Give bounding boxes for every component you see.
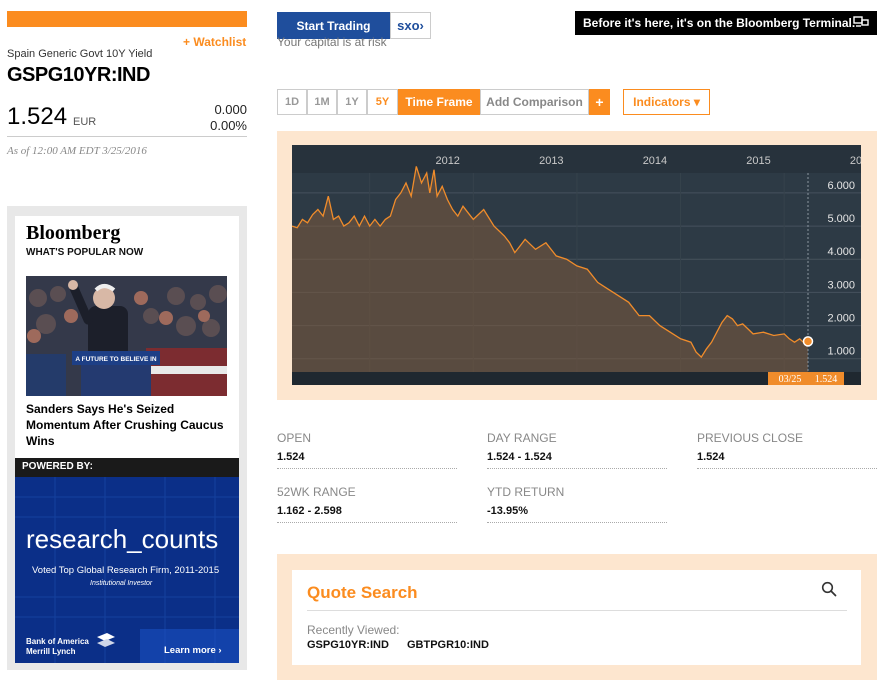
stat-previous-close-value: 1.524 (697, 451, 725, 463)
chart-x-tick-label: 2013 (539, 155, 563, 167)
chart-last-date-label: 03/25 (779, 374, 802, 385)
ad-subtitle: Voted Top Global Research Firm, 2011-201… (32, 565, 220, 576)
chart-y-tick-label: 5.000 (827, 213, 855, 225)
chart-last-value-label: 1.524 (815, 374, 838, 385)
photo-podium-sign: A FUTURE TO BELIEVE IN (75, 356, 157, 363)
stat-day-range-label: DAY RANGE (487, 431, 557, 445)
ad-source: Institutional Investor (90, 580, 153, 587)
range-1m-button[interactable]: 1M (307, 89, 337, 115)
chart-x-tick-label: 2015 (746, 155, 770, 167)
stat-ytd-return-value: -13.95% (487, 505, 528, 517)
divider (7, 136, 247, 137)
header-accent-bar (7, 11, 247, 27)
quote-search-title: Quote Search (307, 583, 418, 602)
divider (277, 468, 457, 469)
popular-now-label: WHAT'S POPULAR NOW (26, 247, 144, 258)
rally-photo-image: A FUTURE TO BELIEVE IN (26, 276, 227, 396)
terminal-keyboard-icon (853, 16, 869, 27)
stat-52wk-range-value: 1.162 - 2.598 (277, 505, 342, 517)
stat-day-range-value: 1.524 - 1.524 (487, 451, 552, 463)
ticker-symbol: GSPG10YR:IND (7, 64, 150, 86)
add-to-watchlist-link[interactable]: + Watchlist (183, 35, 246, 49)
range-5y-button[interactable]: 5Y (367, 89, 398, 115)
recently-viewed-link[interactable]: GBTPGR10:IND (407, 639, 489, 651)
price-change-percent: 0.00% (210, 118, 247, 133)
chart-x-axis-band (292, 145, 861, 173)
price-chart[interactable]: 6.000 5.000 4.000 3.000 2.000 1.000 2012 2013 20… (292, 145, 861, 385)
chart-x-tick-label: 2014 (643, 155, 667, 167)
stat-ytd-return-label: YTD RETURN (487, 485, 565, 499)
chart-y-tick-label: 2.000 (827, 313, 855, 325)
chart-y-tick-label: 3.000 (827, 279, 855, 291)
recently-viewed-label: Recently Viewed: (307, 623, 400, 637)
add-comparison-button[interactable]: + (589, 89, 610, 115)
divider (487, 522, 667, 523)
indicators-dropdown[interactable]: Indicators ▾ (623, 89, 710, 115)
chart-y-tick-label: 4.000 (827, 246, 855, 258)
divider (277, 522, 457, 523)
news-photo[interactable]: A FUTURE TO BELIEVE IN (26, 276, 227, 396)
price-currency: EUR (73, 116, 97, 128)
ad-brand-logo: Bank of America Merrill Lynch (26, 637, 89, 656)
stat-open-value: 1.524 (277, 451, 305, 463)
security-name: Spain Generic Govt 10Y Yield (7, 48, 153, 60)
ad-headline: research_counts (26, 524, 219, 554)
risk-warning: Your capital is at risk (277, 35, 387, 49)
recently-viewed-link[interactable]: GSPG10YR:IND (307, 639, 389, 651)
divider (487, 468, 667, 469)
chart-y-tick-label: 1.000 (827, 346, 855, 358)
range-1d-button[interactable]: 1D (277, 89, 307, 115)
stat-52wk-range-label: 52WK RANGE (277, 485, 356, 499)
bloomberg-logo: Bloomberg (26, 222, 121, 244)
terminal-banner[interactable]: Before it's here, it's on the Bloomberg … (575, 11, 877, 35)
time-frame-button[interactable]: Time Frame (398, 89, 480, 115)
powered-by-label: POWERED BY: (22, 461, 93, 472)
price-value: 1.524 (7, 103, 68, 130)
search-icon[interactable] (821, 581, 837, 597)
divider (307, 610, 847, 611)
stat-open-label: OPEN (277, 431, 312, 445)
sxo-logo[interactable]: sxo› (390, 12, 431, 39)
chart-y-tick-label: 6.000 (827, 180, 855, 192)
stat-previous-close-label: PREVIOUS CLOSE (697, 431, 804, 445)
add-comparison-input[interactable]: Add Comparison (480, 89, 589, 115)
chart-x-tick-label: 2012 (435, 155, 459, 167)
as-of-timestamp: As of 12:00 AM EDT 3/25/2016 (7, 145, 147, 157)
range-1y-button[interactable]: 1Y (337, 89, 367, 115)
price-change-absolute: 0.000 (214, 102, 247, 117)
ad-learn-more-link[interactable]: Learn more › (164, 645, 222, 656)
news-headline[interactable]: Sanders Says He's Seized Momentum After … (26, 401, 226, 449)
chart-x-tick-label: 2016 (850, 155, 861, 167)
chart-last-point (802, 336, 814, 347)
divider (697, 468, 877, 469)
